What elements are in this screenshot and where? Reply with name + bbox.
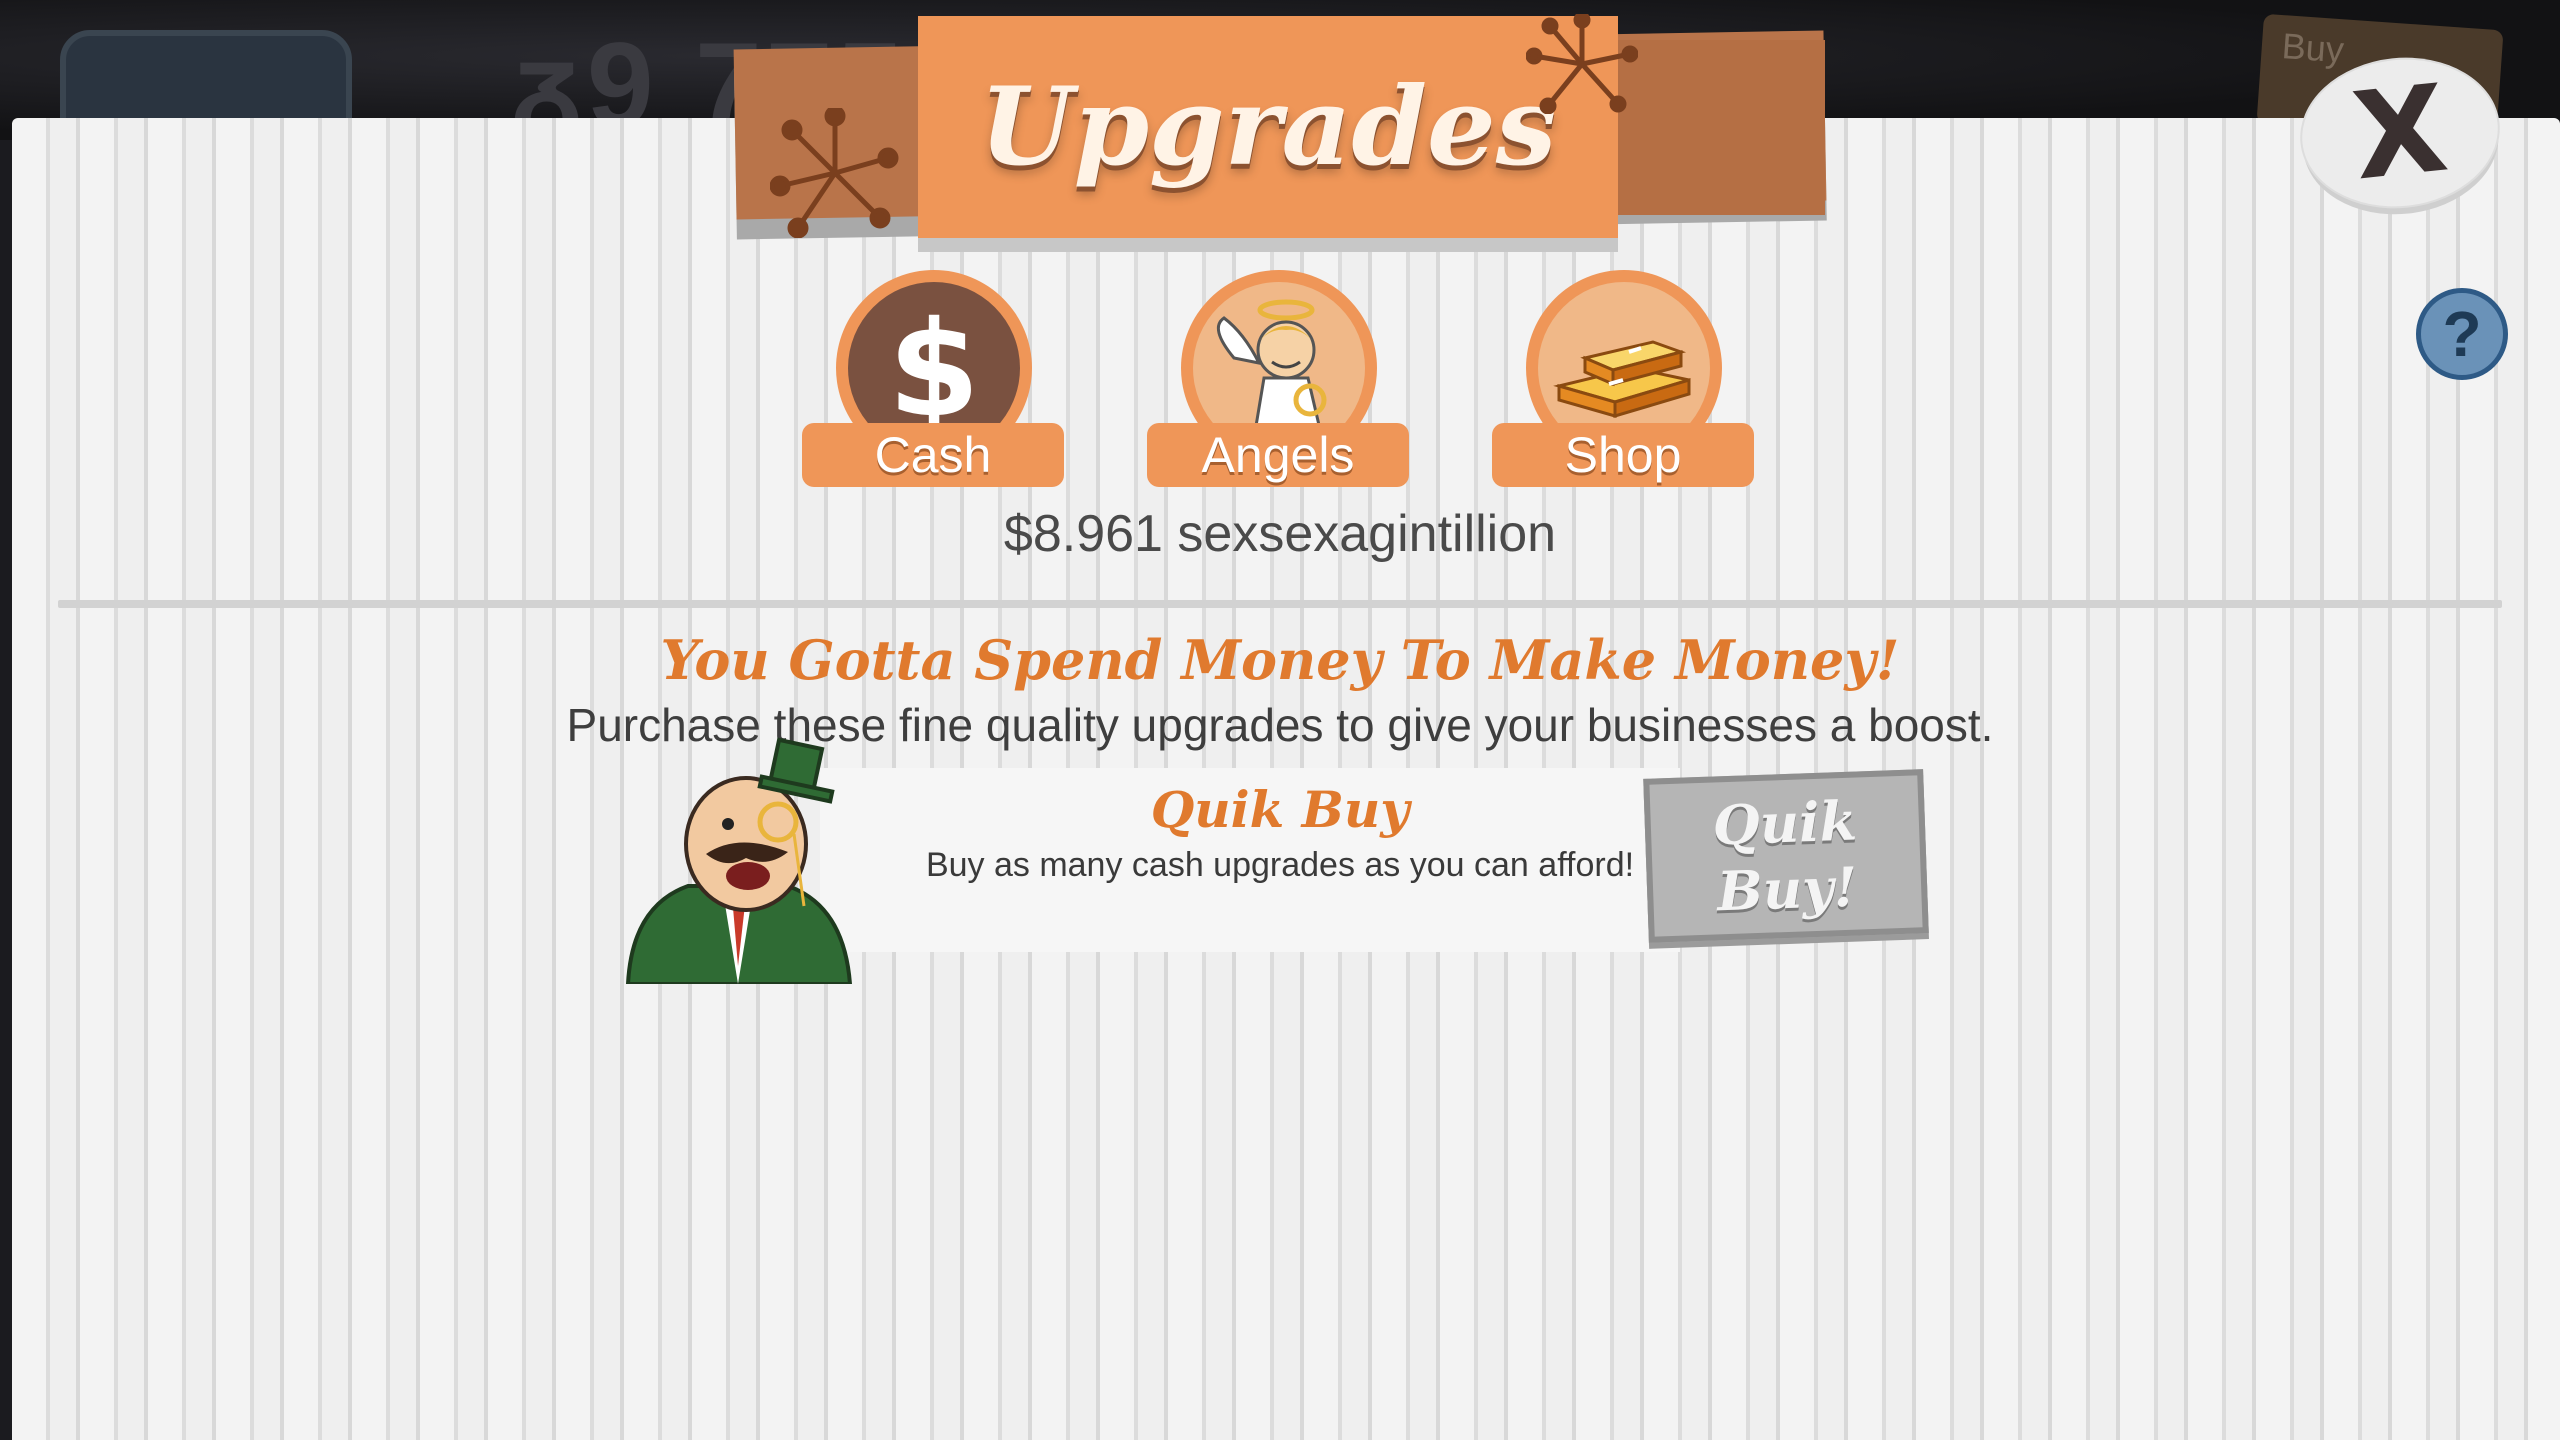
quik-buy-title: Quik Buy xyxy=(1150,780,1410,839)
mascot-capitalist-icon xyxy=(625,737,853,984)
tab-shop-label: Shop xyxy=(1492,423,1754,487)
tab-cash[interactable]: $ Cash xyxy=(802,270,1064,488)
promo-headline: You Gotta Spend Money To Make Money! xyxy=(660,628,1900,692)
page-title: Upgrades xyxy=(979,64,1557,190)
tab-angels[interactable]: Angels xyxy=(1147,270,1409,488)
sparkle-icon xyxy=(1526,14,1638,114)
promo-subline: Purchase these fine quality upgrades to … xyxy=(566,699,1994,751)
quik-buy-description: Buy as many cash upgrades as you can aff… xyxy=(925,846,1635,884)
quik-buy-button-line2: Buy! xyxy=(1716,854,1859,924)
sparkle-icon xyxy=(770,108,899,238)
cash-balance: $8.961 sexsexagintillion xyxy=(1003,505,1557,563)
quik-buy-button[interactable]: Quik Buy! xyxy=(1643,769,1929,943)
section-divider xyxy=(58,600,2502,608)
quik-buy-button-line1: Quik xyxy=(1711,788,1859,858)
close-icon: X xyxy=(2346,59,2454,207)
svg-text:$: $ xyxy=(888,303,980,433)
tab-cash-label: Cash xyxy=(802,423,1064,487)
title-banner: Upgrades xyxy=(918,16,1618,238)
help-button[interactable]: ? xyxy=(2416,288,2508,380)
tab-angels-label: Angels xyxy=(1147,423,1409,487)
tab-shop[interactable]: Shop xyxy=(1492,270,1754,488)
help-icon: ? xyxy=(2442,298,2482,370)
